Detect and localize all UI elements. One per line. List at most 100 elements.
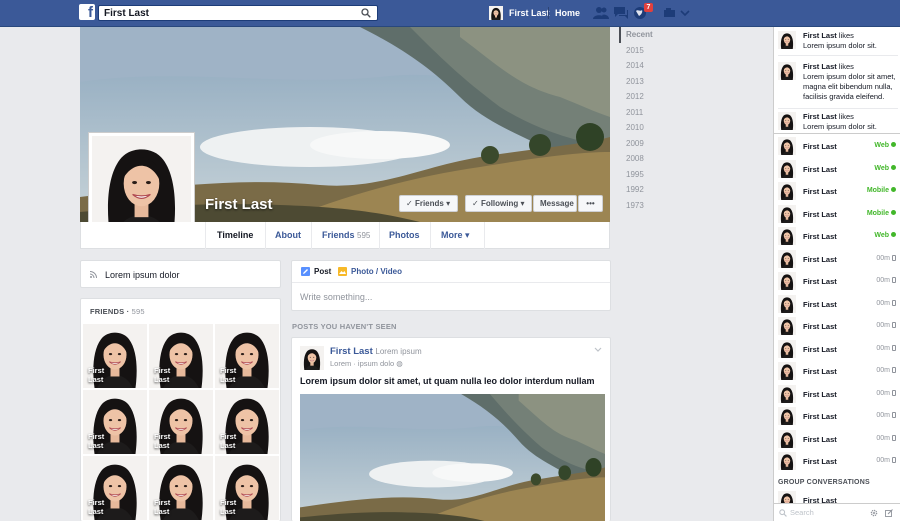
contact-status: 00m bbox=[876, 412, 896, 419]
tab-more[interactable]: More ▾ bbox=[431, 222, 480, 249]
chat-contact[interactable]: First Last 00m bbox=[778, 450, 898, 473]
year-recent[interactable]: Recent bbox=[619, 27, 679, 43]
chat-contact[interactable]: First Last 00m bbox=[778, 383, 898, 406]
tab-photos[interactable]: Photos bbox=[379, 222, 430, 249]
account-chevron-down-icon[interactable] bbox=[680, 6, 690, 20]
chat-contact[interactable]: First Last 00m bbox=[778, 293, 898, 316]
search-icon[interactable] bbox=[361, 8, 371, 18]
year-link[interactable]: 1992 bbox=[619, 182, 679, 198]
mobile-phone-icon bbox=[892, 322, 896, 328]
photo-icon bbox=[338, 267, 347, 276]
year-link[interactable]: 2010 bbox=[619, 120, 679, 136]
mobile-phone-icon bbox=[892, 389, 896, 396]
chat-contact[interactable]: First Last 00m bbox=[778, 338, 898, 361]
gear-icon[interactable] bbox=[870, 509, 878, 517]
chat-contact[interactable]: First Last Web bbox=[778, 135, 898, 158]
friend-tile[interactable]: First Last bbox=[149, 390, 213, 454]
chat-contact[interactable]: First Last 00m bbox=[778, 360, 898, 383]
contact-avatar bbox=[778, 362, 796, 380]
post-author[interactable]: First Last Lorem ipsum bbox=[330, 346, 422, 357]
chat-contact[interactable]: First Last 00m bbox=[778, 405, 898, 428]
contact-status: Web bbox=[874, 164, 896, 172]
contact-status: 00m bbox=[876, 299, 896, 307]
contact-avatar bbox=[778, 249, 796, 268]
caret-down-icon: ▾ bbox=[462, 230, 470, 240]
tab-timeline[interactable]: Timeline bbox=[207, 222, 263, 249]
friend-tile[interactable]: First Last bbox=[149, 456, 213, 520]
chat-contact[interactable]: First Last Web bbox=[778, 225, 898, 248]
mobile-phone-icon bbox=[892, 254, 896, 261]
contact-avatar bbox=[778, 429, 796, 448]
contact-avatar bbox=[778, 384, 796, 403]
chat-contact[interactable]: First Last Web bbox=[778, 158, 898, 181]
search-input[interactable]: First Last bbox=[98, 5, 378, 21]
year-link[interactable]: 2009 bbox=[619, 136, 679, 152]
contact-avatar bbox=[778, 317, 796, 335]
composer-tab-post[interactable]: Post bbox=[314, 267, 331, 276]
privacy-shortcuts-icon[interactable] bbox=[663, 6, 679, 20]
following-button[interactable]: ✓ Following ▾ bbox=[465, 195, 532, 212]
chat-search-input[interactable]: Search bbox=[774, 503, 900, 521]
online-dot-icon bbox=[891, 232, 896, 237]
profile-name[interactable]: First Last bbox=[205, 196, 273, 213]
composer-input[interactable]: Write something... bbox=[300, 292, 372, 302]
chat-contact[interactable]: First Last Mobile bbox=[778, 180, 898, 203]
year-link[interactable]: 2008 bbox=[619, 151, 679, 167]
contact-status: 00m bbox=[876, 389, 896, 397]
friend-tile[interactable]: First Last bbox=[215, 390, 279, 454]
chat-contact[interactable]: First Last 00m bbox=[778, 315, 898, 338]
activity-ticker: First Last likes Lorem ipsum dolor sit. F… bbox=[773, 27, 900, 134]
friend-tile[interactable]: First Last bbox=[83, 324, 147, 388]
contact-avatar bbox=[778, 204, 796, 223]
friend-tile[interactable]: First Last bbox=[149, 324, 213, 388]
year-link[interactable]: 1995 bbox=[619, 167, 679, 183]
more-options-button[interactable]: ••• bbox=[578, 195, 603, 212]
mobile-phone-icon bbox=[892, 412, 896, 418]
year-link[interactable]: 1973 bbox=[619, 198, 679, 214]
contact-status: Web bbox=[874, 232, 896, 239]
tab-about[interactable]: About bbox=[265, 222, 311, 249]
nav-profile-link[interactable]: First Last bbox=[509, 8, 550, 18]
composer-tab-photo-video[interactable]: Photo / Video bbox=[351, 267, 402, 276]
contact-avatar bbox=[778, 452, 796, 470]
caret-down-icon: ▾ bbox=[443, 199, 451, 208]
friend-requests-icon[interactable] bbox=[593, 6, 609, 20]
message-button[interactable]: Message bbox=[533, 195, 577, 212]
friend-tile[interactable]: First Last bbox=[83, 390, 147, 454]
contact-avatar bbox=[778, 159, 796, 178]
chat-contact[interactable]: First Last 00m bbox=[778, 428, 898, 451]
post-author-avatar[interactable] bbox=[300, 346, 324, 370]
chat-contact[interactable]: First Last Mobile bbox=[778, 203, 898, 226]
year-link[interactable]: 2012 bbox=[619, 89, 679, 105]
friend-tile[interactable]: First Last bbox=[83, 456, 147, 520]
mobile-phone-icon bbox=[892, 367, 896, 373]
year-link[interactable]: 2013 bbox=[619, 74, 679, 90]
nav-avatar[interactable] bbox=[489, 6, 503, 20]
top-bar: f First Last First Last Home 7 bbox=[0, 0, 900, 27]
post-image[interactable] bbox=[300, 394, 605, 521]
tab-friends[interactable]: Friends 595 bbox=[312, 222, 380, 249]
year-link[interactable]: 2011 bbox=[619, 105, 679, 121]
contact-status: Mobile bbox=[867, 209, 896, 217]
year-link[interactable]: 2015 bbox=[619, 43, 679, 59]
post-options-chevron-down-icon[interactable] bbox=[594, 347, 602, 353]
facebook-logo[interactable]: f bbox=[79, 4, 95, 20]
chat-contact[interactable]: First Last 00m bbox=[778, 248, 898, 271]
contact-status: 00m bbox=[876, 322, 896, 329]
messages-icon[interactable] bbox=[613, 6, 629, 20]
friends-button[interactable]: ✓ Friends ▾ bbox=[399, 195, 458, 212]
nav-home-link[interactable]: Home bbox=[555, 8, 580, 18]
friend-tile[interactable]: First Last bbox=[215, 456, 279, 520]
chat-contact[interactable]: First Last 00m bbox=[778, 270, 898, 293]
year-link[interactable]: 2014 bbox=[619, 58, 679, 74]
checkmark-icon: ✓ bbox=[406, 199, 415, 208]
ticker-avatar bbox=[778, 112, 796, 130]
contact-avatar bbox=[778, 137, 796, 155]
new-message-icon[interactable] bbox=[885, 509, 893, 517]
friends-count: 595 bbox=[357, 231, 371, 240]
mobile-phone-icon bbox=[892, 344, 896, 351]
search-icon bbox=[779, 509, 787, 517]
contact-status: 00m bbox=[876, 344, 896, 352]
friend-tile[interactable]: First Last bbox=[215, 324, 279, 388]
friends-card-title[interactable]: FRIENDS · 595 bbox=[90, 307, 145, 316]
